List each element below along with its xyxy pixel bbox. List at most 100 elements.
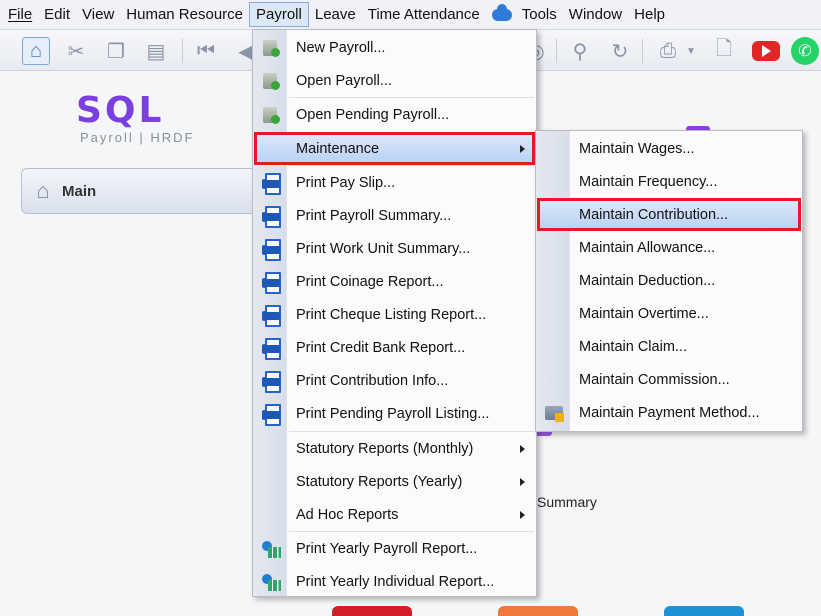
copy-icon[interactable]: ❐ — [102, 37, 130, 65]
menu-item-label: Maintain Overtime... — [579, 305, 709, 322]
menu-item-maintain-claim[interactable]: Maintain Claim... — [537, 330, 801, 363]
menu-help[interactable]: Help — [628, 3, 671, 26]
paste-icon[interactable]: ▤ — [142, 37, 170, 65]
refresh-icon[interactable]: ↻ — [606, 37, 634, 65]
preview-icon[interactable]: 🗋 — [710, 37, 738, 65]
menu-item-maintain-wages[interactable]: Maintain Wages... — [537, 132, 801, 165]
shortcut-button[interactable] — [332, 606, 412, 616]
menu-item-label: Print Yearly Individual Report... — [296, 573, 495, 590]
menu-item-label: Print Coinage Report... — [296, 273, 444, 290]
menu-item-maintain-commission[interactable]: Maintain Commission... — [537, 363, 801, 396]
print-dropdown-icon[interactable]: ▼ — [684, 37, 698, 65]
menu-item-label: Statutory Reports (Yearly) — [296, 473, 463, 490]
menu-item-print-pending-payroll-listing[interactable]: Print Pending Payroll Listing... — [254, 397, 535, 430]
menu-item-print-payroll-summary[interactable]: Print Payroll Summary... — [254, 199, 535, 232]
search-icon[interactable]: ⚲ — [566, 37, 594, 65]
menu-item-maintenance[interactable]: Maintenance — [254, 132, 535, 165]
home-icon: ⌂ — [36, 178, 50, 203]
menu-edit[interactable]: Edit — [38, 3, 76, 26]
whatsapp-icon[interactable]: ✆ — [791, 37, 819, 65]
menu-item-print-coinage-report[interactable]: Print Coinage Report... — [254, 265, 535, 298]
menu-item-label: Statutory Reports (Monthly) — [296, 440, 474, 457]
menu-item-maintain-allowance[interactable]: Maintain Allowance... — [537, 231, 801, 264]
menu-human-resource[interactable]: Human Resource — [120, 3, 249, 26]
printer-icon — [260, 338, 282, 360]
menu-payroll[interactable]: Payroll — [249, 2, 309, 27]
menu-item-label: New Payroll... — [296, 39, 386, 56]
toolbar-separator — [642, 39, 643, 63]
printer-icon — [260, 272, 282, 294]
shortcut-button[interactable] — [498, 606, 578, 616]
menu-time-attendance[interactable]: Time Attendance — [362, 3, 486, 26]
logo-title: SQL — [76, 90, 165, 131]
yearly-report-icon — [260, 539, 282, 559]
payroll-menu: New Payroll... Open Payroll... Open Pend… — [252, 29, 537, 597]
menu-item-ad-hoc-reports[interactable]: Ad Hoc Reports — [254, 498, 535, 531]
printer-icon — [260, 173, 282, 195]
menu-item-label: Print Payroll Summary... — [296, 207, 452, 224]
menu-item-new-payroll[interactable]: New Payroll... — [254, 31, 535, 64]
menu-item-label: Maintain Deduction... — [579, 272, 716, 289]
menu-item-open-payroll[interactable]: Open Payroll... — [254, 64, 535, 97]
menu-item-label: Maintain Claim... — [579, 338, 687, 355]
menu-item-maintain-overtime[interactable]: Maintain Overtime... — [537, 297, 801, 330]
menu-tools[interactable]: Tools — [516, 3, 563, 26]
main-tab[interactable]: ⌂ Main — [21, 168, 261, 214]
home-icon[interactable]: ⌂ — [22, 37, 50, 65]
menu-item-statutory-yearly[interactable]: Statutory Reports (Yearly) — [254, 465, 535, 498]
logo-subtitle: Payroll | HRDF — [80, 130, 195, 145]
menu-file[interactable]: File — [2, 3, 38, 26]
menu-item-maintain-contribution[interactable]: Maintain Contribution... — [537, 198, 801, 231]
menu-item-maintain-deduction[interactable]: Maintain Deduction... — [537, 264, 801, 297]
summary-label: Summary — [537, 494, 597, 510]
menu-item-print-contribution-info[interactable]: Print Contribution Info... — [254, 364, 535, 397]
new-payroll-icon — [260, 38, 282, 58]
menu-leave[interactable]: Leave — [309, 3, 362, 26]
menu-item-print-yearly-payroll-report[interactable]: Print Yearly Payroll Report... — [254, 532, 535, 565]
menu-item-label: Print Pay Slip... — [296, 174, 396, 191]
menu-item-label: Maintain Commission... — [579, 371, 730, 388]
menu-item-label: Print Contribution Info... — [296, 372, 449, 389]
menu-item-label: Print Credit Bank Report... — [296, 339, 466, 356]
toolbar-separator — [556, 39, 557, 63]
menu-bar: File Edit View Human Resource Payroll Le… — [0, 0, 821, 30]
youtube-icon[interactable] — [752, 41, 780, 61]
menu-window[interactable]: Window — [563, 3, 628, 26]
menu-item-label: Maintain Frequency... — [579, 173, 718, 190]
toolbar-separator — [182, 39, 183, 63]
submenu-arrow-icon — [520, 445, 525, 453]
menu-item-label: Print Cheque Listing Report... — [296, 306, 487, 323]
menu-item-print-work-unit-summary[interactable]: Print Work Unit Summary... — [254, 232, 535, 265]
submenu-arrow-icon — [520, 478, 525, 486]
payment-method-icon — [543, 403, 565, 423]
menu-item-maintain-payment-method[interactable]: Maintain Payment Method... — [537, 396, 801, 429]
sql-logo: SQL Payroll | HRDF — [76, 90, 216, 146]
cut-icon[interactable]: ✂ — [62, 37, 90, 65]
submenu-arrow-icon — [520, 145, 525, 153]
submenu-arrow-icon — [520, 511, 525, 519]
shortcut-button[interactable] — [664, 606, 744, 616]
menu-item-print-yearly-individual-report[interactable]: Print Yearly Individual Report... — [254, 565, 535, 598]
pending-payroll-icon — [260, 105, 282, 125]
menu-item-label: Open Pending Payroll... — [296, 106, 450, 123]
menu-item-statutory-monthly[interactable]: Statutory Reports (Monthly) — [254, 432, 535, 465]
print-icon[interactable]: ⎙ — [654, 37, 682, 65]
menu-item-maintain-frequency[interactable]: Maintain Frequency... — [537, 165, 801, 198]
cloud-icon[interactable] — [491, 3, 512, 21]
yearly-report-icon — [260, 572, 282, 592]
menu-item-open-pending-payroll[interactable]: Open Pending Payroll... — [254, 98, 535, 131]
menu-item-label: Print Work Unit Summary... — [296, 240, 471, 257]
main-tab-label: Main — [62, 182, 97, 200]
menu-item-print-cheque-listing-report[interactable]: Print Cheque Listing Report... — [254, 298, 535, 331]
menu-item-label: Maintain Payment Method... — [579, 404, 760, 421]
menu-item-label: Maintain Wages... — [579, 140, 695, 157]
menu-view[interactable]: View — [76, 3, 120, 26]
menu-item-label: Print Yearly Payroll Report... — [296, 540, 478, 557]
menu-item-print-pay-slip[interactable]: Print Pay Slip... — [254, 166, 535, 199]
printer-icon — [260, 239, 282, 261]
menu-item-label: Open Payroll... — [296, 72, 392, 89]
open-payroll-icon — [260, 71, 282, 91]
printer-icon — [260, 404, 282, 426]
menu-item-print-credit-bank-report[interactable]: Print Credit Bank Report... — [254, 331, 535, 364]
first-record-icon[interactable]: ⏮ — [192, 37, 220, 65]
